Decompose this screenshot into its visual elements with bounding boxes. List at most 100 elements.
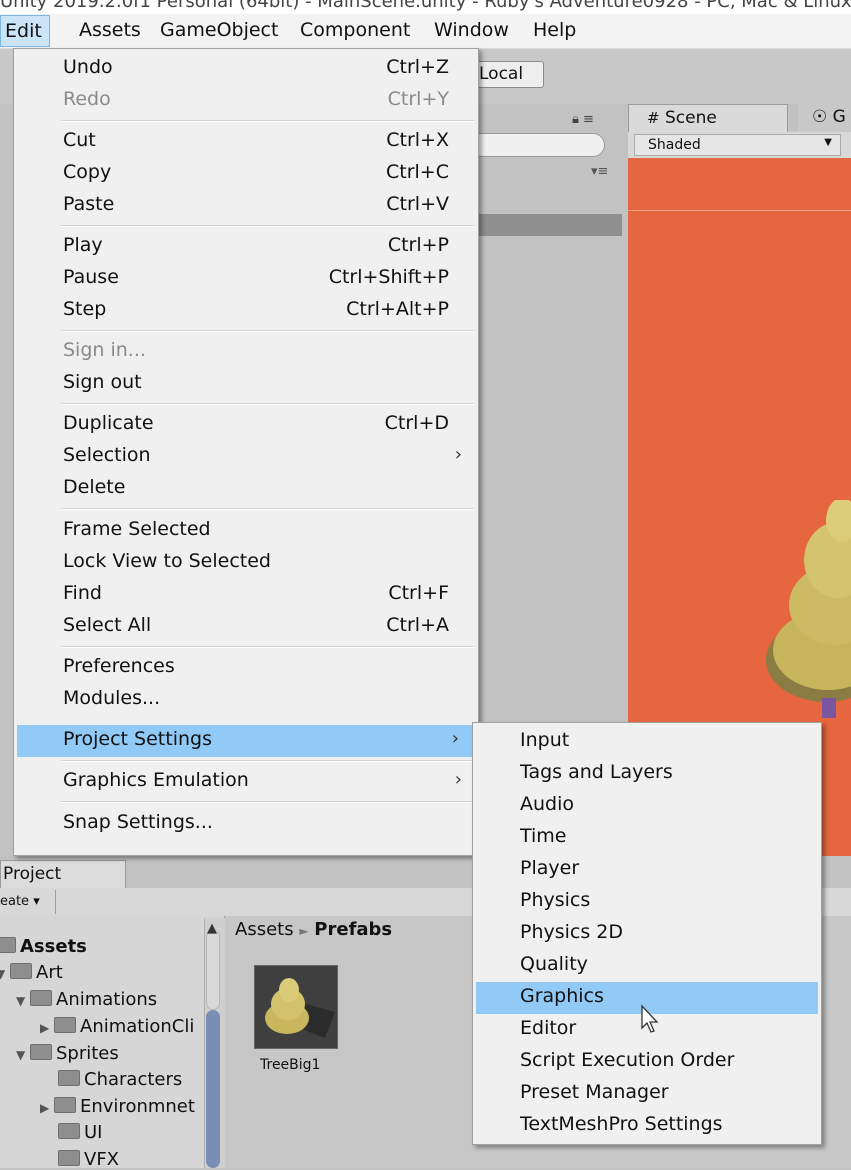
menu-item-pause[interactable]: Pause Ctrl+Shift+P (14, 263, 478, 295)
tree-item-label: AnimationCli (80, 1016, 195, 1037)
window-title: Unity 2019.2.0f1 Personal (64bit) - Main… (0, 0, 851, 12)
scrollbar-thumb[interactable] (206, 1010, 220, 1168)
submenu-arrow-icon: › (454, 444, 462, 465)
menu-item-shortcut: Ctrl+D (384, 412, 449, 434)
tab-project[interactable]: Project (0, 860, 126, 888)
project-settings-submenu: Input Tags and Layers Audio Time Player … (472, 722, 822, 1145)
menu-item-shortcut: Ctrl+Shift+P (328, 266, 449, 288)
expand-arrow-icon[interactable]: ▼ (16, 994, 30, 1008)
tree-item-ui[interactable]: UI (58, 1122, 102, 1143)
pivot-local-toggle[interactable]: Local (472, 61, 544, 88)
submenu-item-player[interactable]: Player (476, 854, 818, 886)
tab-scene[interactable]: # Scene (628, 104, 788, 132)
menu-item-label: Duplicate (63, 412, 154, 434)
menu-item-lock-view[interactable]: Lock View to Selected (14, 547, 478, 579)
edit-menu-dropdown: Undo Ctrl+Z Redo Ctrl+Y Cut Ctrl+X Copy Ctrl… (13, 48, 479, 856)
menu-item-copy[interactable]: Copy Ctrl+C (14, 158, 478, 190)
collapse-arrow-icon[interactable]: ▶ (40, 1101, 54, 1115)
menu-item-undo[interactable]: Undo Ctrl+Z (14, 53, 478, 85)
submenu-arrow-icon: › (451, 728, 459, 749)
submenu-item-physics-2d[interactable]: Physics 2D (476, 918, 818, 950)
menu-item-play[interactable]: Play Ctrl+P (14, 231, 478, 263)
tree-item-characters[interactable]: Characters (58, 1069, 182, 1090)
menu-item-shortcut: Ctrl+Y (387, 88, 449, 110)
mouse-cursor-icon (641, 1004, 659, 1033)
tree-sprite[interactable] (756, 500, 851, 725)
asset-name[interactable]: TreeBig1 (260, 1057, 320, 1073)
asset-thumbnail[interactable] (254, 965, 338, 1049)
tree-item-animations[interactable]: ▼ Animations (16, 989, 157, 1010)
hierarchy-options-icon[interactable]: ▾≡ (591, 164, 608, 179)
menu-item-preferences[interactable]: Preferences (14, 652, 478, 684)
menu-item-delete[interactable]: Delete (14, 473, 478, 505)
expand-arrow-icon[interactable]: ▼ (0, 967, 10, 981)
menu-item-label: Project Settings (63, 728, 212, 750)
tree-item-sprites[interactable]: ▼ Sprites (16, 1043, 119, 1064)
menu-item-label: Paste (63, 193, 115, 215)
tree-item-environment[interactable]: ▶ Environmnet (40, 1096, 195, 1117)
menu-item-sign-out[interactable]: Sign out (14, 368, 478, 400)
menu-item-find[interactable]: Find Ctrl+F (14, 579, 478, 611)
submenu-item-script-execution-order[interactable]: Script Execution Order (476, 1046, 818, 1078)
create-button[interactable]: eate ▾ (0, 890, 56, 914)
shading-mode-label: Shaded (648, 137, 701, 153)
menu-item-select-all[interactable]: Select All Ctrl+A (14, 611, 478, 643)
menu-gameobject[interactable]: GameObject (160, 19, 278, 41)
lock-icon[interactable]: 🔒︎ ≡ (572, 112, 594, 127)
menu-edit[interactable]: Edit (0, 15, 50, 47)
submenu-item-preset-manager[interactable]: Preset Manager (476, 1078, 818, 1110)
chevron-down-icon: ▼ (824, 137, 832, 148)
folder-icon (58, 1070, 80, 1086)
menu-item-paste[interactable]: Paste Ctrl+V (14, 190, 478, 222)
menu-item-modules[interactable]: Modules... (14, 684, 478, 716)
submenu-item-label: Quality (520, 953, 588, 975)
menu-help[interactable]: Help (533, 19, 576, 41)
scrollbar-track-upper[interactable] (206, 930, 220, 1010)
menu-component[interactable]: Component (300, 19, 410, 41)
tree-item-art[interactable]: ▼ Art (0, 962, 63, 983)
menu-item-duplicate[interactable]: Duplicate Ctrl+D (14, 409, 478, 441)
tree-item-animationclips[interactable]: ▶ AnimationCli (40, 1016, 194, 1037)
tree-item-label: Assets (20, 936, 87, 957)
breadcrumb-current[interactable]: Prefabs (314, 919, 392, 940)
menu-item-selection[interactable]: Selection › (14, 441, 478, 473)
menu-item-project-settings[interactable]: Project Settings › (17, 725, 475, 757)
collapse-arrow-icon[interactable]: ▶ (40, 1021, 54, 1035)
folder-icon (0, 937, 16, 953)
submenu-item-input[interactable]: Input (476, 726, 818, 758)
submenu-item-label: Input (520, 729, 570, 751)
menu-item-cut[interactable]: Cut Ctrl+X (14, 126, 478, 158)
menu-assets[interactable]: Assets (79, 19, 141, 41)
submenu-item-label: Physics (520, 889, 591, 911)
menu-item-label: Frame Selected (63, 518, 211, 540)
submenu-item-quality[interactable]: Quality (476, 950, 818, 982)
folder-icon (10, 963, 32, 979)
tree-item-vfx[interactable]: VFX (58, 1149, 119, 1170)
menu-item-graphics-emulation[interactable]: Graphics Emulation › (14, 766, 478, 798)
tree-item-label: Animations (56, 989, 158, 1010)
menu-item-frame-selected[interactable]: Frame Selected (14, 515, 478, 547)
submenu-item-physics[interactable]: Physics (476, 886, 818, 918)
submenu-item-audio[interactable]: Audio (476, 790, 818, 822)
submenu-item-textmeshpro-settings[interactable]: TextMeshPro Settings (476, 1110, 818, 1142)
menu-item-label: Play (63, 234, 103, 256)
shading-mode-dropdown[interactable]: Shaded ▼ (634, 134, 841, 156)
scroll-up-arrow-icon[interactable]: ▲ (207, 921, 217, 936)
tree-item-label: Sprites (56, 1043, 119, 1064)
hierarchy-search-input[interactable] (470, 133, 605, 157)
breadcrumb-root[interactable]: Assets (235, 919, 294, 940)
submenu-item-label: Preset Manager (520, 1081, 669, 1103)
menu-separator (61, 225, 474, 227)
hierarchy-selected-row[interactable] (470, 214, 622, 236)
expand-arrow-icon[interactable]: ▼ (16, 1048, 30, 1062)
menu-item-step[interactable]: Step Ctrl+Alt+P (14, 295, 478, 327)
submenu-item-time[interactable]: Time (476, 822, 818, 854)
menu-window[interactable]: Window (434, 19, 509, 41)
tree-item-label: Art (36, 962, 63, 983)
submenu-item-tags-layers[interactable]: Tags and Layers (476, 758, 818, 790)
tree-item-assets[interactable]: Assets (0, 936, 87, 957)
tree-item-label: Characters (84, 1069, 183, 1090)
tab-game[interactable]: ☉ G (798, 104, 851, 132)
menu-item-snap-settings[interactable]: Snap Settings... (14, 808, 478, 840)
game-icon: ☉ (812, 107, 828, 127)
